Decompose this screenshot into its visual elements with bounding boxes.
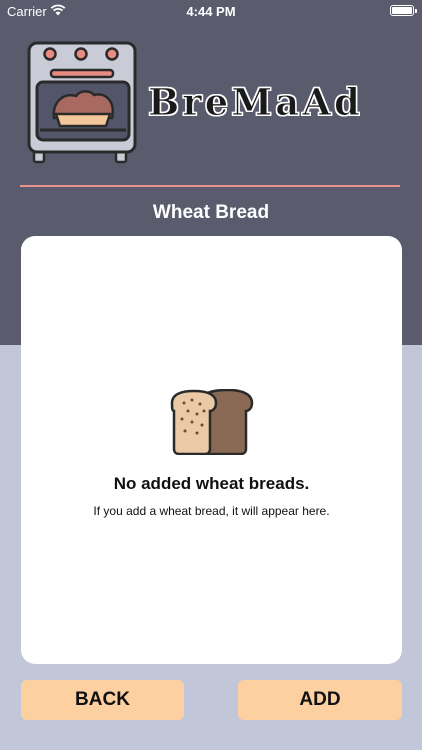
add-button[interactable]: ADD	[238, 680, 402, 720]
empty-state-card: No added wheat breads. If you add a whea…	[21, 236, 402, 664]
oven-with-bread-icon	[27, 41, 137, 164]
status-time: 4:44 PM	[186, 4, 236, 19]
status-bar: Carrier 4:44 PM	[0, 0, 422, 22]
empty-state-subtitle: If you add a wheat bread, it will appear…	[93, 504, 330, 518]
back-button[interactable]: BACK	[21, 680, 184, 720]
header-divider	[20, 185, 400, 187]
battery-icon	[390, 5, 417, 16]
page-title: Wheat Bread	[152, 202, 270, 223]
bread-loaf-icon	[170, 389, 254, 455]
brand-logo-text: BreMaAd	[148, 80, 363, 125]
empty-state-title: No added wheat breads.	[113, 474, 310, 493]
